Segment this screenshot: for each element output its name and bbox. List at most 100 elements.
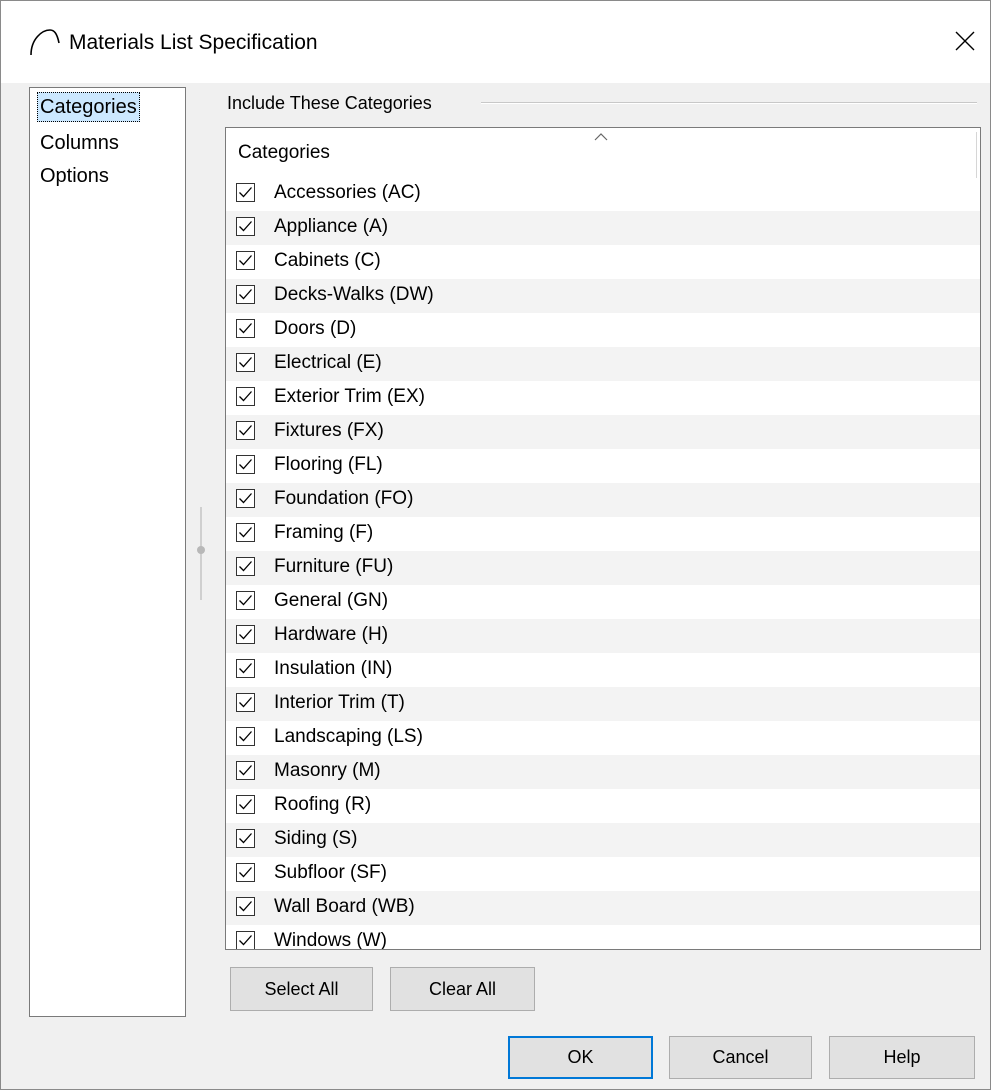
category-checkbox[interactable] [236, 285, 255, 304]
list-item[interactable]: Siding (S) [226, 823, 980, 857]
list-item[interactable]: Foundation (FO) [226, 483, 980, 517]
checkmark-icon [239, 391, 252, 402]
category-checkbox[interactable] [236, 659, 255, 678]
list-item[interactable]: General (GN) [226, 585, 980, 619]
checkmark-icon [239, 527, 252, 538]
list-item[interactable]: Hardware (H) [226, 619, 980, 653]
close-icon [955, 31, 975, 51]
sort-ascending-icon [594, 133, 608, 141]
nav-item-columns[interactable]: Columns [37, 128, 122, 158]
ok-button[interactable]: OK [508, 1036, 653, 1079]
list-item[interactable]: Doors (D) [226, 313, 980, 347]
checkmark-icon [239, 833, 252, 844]
list-item-label: Subfloor (SF) [274, 862, 387, 883]
list-item[interactable]: Furniture (FU) [226, 551, 980, 585]
list-rows: Accessories (AC) Appliance (A) Cabinets (C… [226, 177, 980, 950]
checkmark-icon [239, 289, 252, 300]
list-item[interactable]: Electrical (E) [226, 347, 980, 381]
category-checkbox[interactable] [236, 795, 255, 814]
help-button[interactable]: Help [829, 1036, 975, 1079]
list-item-label: Masonry (M) [274, 760, 381, 781]
list-item[interactable]: Landscaping (LS) [226, 721, 980, 755]
category-checkbox[interactable] [236, 387, 255, 406]
categories-list[interactable]: Categories Accessories (AC) Appliance (A)… [225, 127, 981, 950]
list-item-label: Roofing (R) [274, 794, 372, 815]
list-item[interactable]: Accessories (AC) [226, 177, 980, 211]
list-item[interactable]: Insulation (IN) [226, 653, 980, 687]
list-item[interactable]: Appliance (A) [226, 211, 980, 245]
category-checkbox[interactable] [236, 523, 255, 542]
header-divider [976, 132, 977, 178]
checkmark-icon [239, 459, 252, 470]
category-checkbox[interactable] [236, 557, 255, 576]
list-item[interactable]: Framing (F) [226, 517, 980, 551]
checkmark-icon [239, 935, 252, 946]
list-item[interactable]: Wall Board (WB) [226, 891, 980, 925]
category-checkbox[interactable] [236, 931, 255, 949]
cancel-button[interactable]: Cancel [669, 1036, 812, 1079]
list-item[interactable]: Exterior Trim (EX) [226, 381, 980, 415]
list-item[interactable]: Windows (W) [226, 925, 980, 950]
list-item-label: Landscaping (LS) [274, 726, 423, 747]
category-checkbox[interactable] [236, 693, 255, 712]
category-checkbox[interactable] [236, 829, 255, 848]
category-checkbox[interactable] [236, 863, 255, 882]
list-item[interactable]: Masonry (M) [226, 755, 980, 789]
list-item-label: Furniture (FU) [274, 556, 394, 577]
list-item[interactable]: Fixtures (FX) [226, 415, 980, 449]
list-item-label: Wall Board (WB) [274, 896, 415, 917]
clear-all-button[interactable]: Clear All [390, 967, 535, 1011]
select-all-button[interactable]: Select All [230, 967, 373, 1011]
roof-arc-icon [30, 29, 60, 56]
list-item-label: General (GN) [274, 590, 389, 611]
list-item-label: Windows (W) [274, 930, 387, 950]
category-checkbox[interactable] [236, 897, 255, 916]
checkmark-icon [239, 187, 252, 198]
checkmark-icon [239, 663, 252, 674]
checkmark-icon [239, 595, 252, 606]
category-checkbox[interactable] [236, 591, 255, 610]
checkmark-icon [239, 731, 252, 742]
category-checkbox[interactable] [236, 455, 255, 474]
category-checkbox[interactable] [236, 421, 255, 440]
checkmark-icon [239, 799, 252, 810]
category-checkbox[interactable] [236, 251, 255, 270]
list-item-label: Siding (S) [274, 828, 358, 849]
column-header-categories[interactable]: Categories [238, 139, 330, 167]
category-checkbox[interactable] [236, 761, 255, 780]
group-divider [481, 102, 977, 104]
list-item-label: Interior Trim (T) [274, 692, 405, 713]
list-item[interactable]: Subfloor (SF) [226, 857, 980, 891]
nav-item-options[interactable]: Options [37, 161, 112, 191]
list-item[interactable]: Flooring (FL) [226, 449, 980, 483]
category-checkbox[interactable] [236, 183, 255, 202]
category-checkbox[interactable] [236, 319, 255, 338]
category-checkbox[interactable] [236, 353, 255, 372]
checkmark-icon [239, 561, 252, 572]
checkmark-icon [239, 323, 252, 334]
window-title: Materials List Specification [69, 31, 318, 54]
category-checkbox[interactable] [236, 625, 255, 644]
group-label: Include These Categories [227, 90, 442, 116]
list-item-label: Cabinets (C) [274, 250, 381, 271]
checkmark-icon [239, 357, 252, 368]
list-item[interactable]: Decks-Walks (DW) [226, 279, 980, 313]
nav-panel: Categories Columns Options [29, 87, 186, 1017]
category-checkbox[interactable] [236, 489, 255, 508]
checkmark-icon [239, 425, 252, 436]
list-item-label: Insulation (IN) [274, 658, 393, 679]
checkmark-icon [239, 697, 252, 708]
category-checkbox[interactable] [236, 217, 255, 236]
category-checkbox[interactable] [236, 727, 255, 746]
checkmark-icon [239, 493, 252, 504]
nav-item-categories[interactable]: Categories [37, 92, 140, 122]
list-item[interactable]: Roofing (R) [226, 789, 980, 823]
list-item[interactable]: Cabinets (C) [226, 245, 980, 279]
close-button[interactable] [943, 19, 987, 63]
list-item[interactable]: Interior Trim (T) [226, 687, 980, 721]
list-item-label: Doors (D) [274, 318, 357, 339]
splitter-grip-icon [197, 546, 205, 554]
checkmark-icon [239, 221, 252, 232]
list-item-label: Foundation (FO) [274, 488, 414, 509]
checkmark-icon [239, 255, 252, 266]
